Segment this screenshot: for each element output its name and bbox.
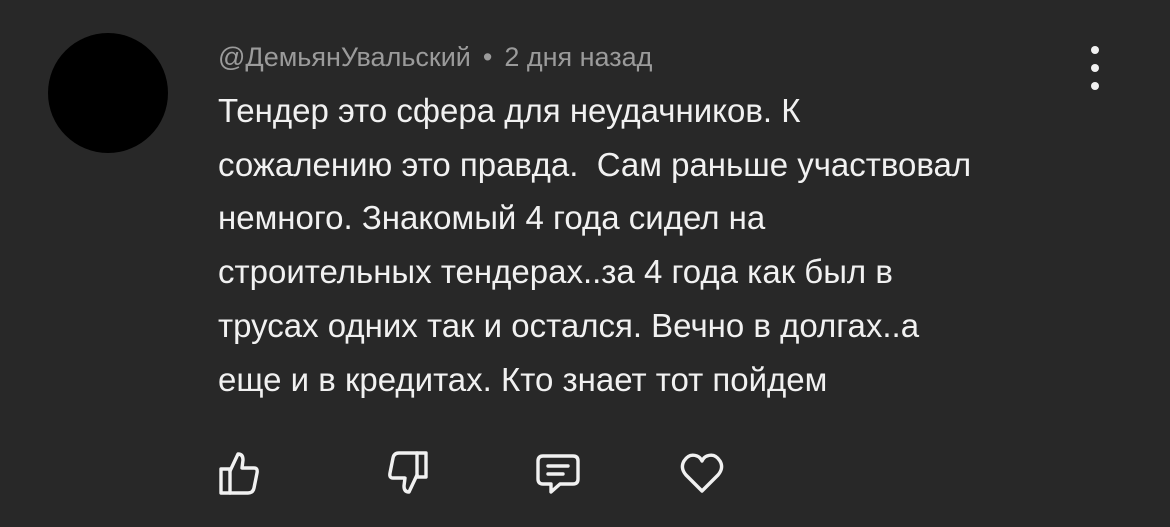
author-name[interactable]: @ДемьянУвальский: [218, 42, 471, 72]
more-vertical-icon: [1091, 46, 1099, 54]
heart-button[interactable]: [677, 448, 727, 498]
like-button[interactable]: [213, 448, 263, 498]
thumbs-down-icon: [388, 451, 428, 494]
heart-icon: [680, 453, 724, 493]
comment-line: строительных тендерах..за 4 года как был…: [218, 253, 893, 291]
comment-screen: { "comment": { "author": "@ДемьянУвальск…: [0, 0, 1170, 527]
comment-timestamp[interactable]: 2 дня назад: [504, 42, 652, 72]
comment-line: немного. Знакомый 4 года сидел на: [218, 199, 766, 237]
more-vertical-icon-dot-2: [1091, 64, 1099, 72]
meta-separator: •: [482, 42, 493, 72]
comment-line: Тендер это сфера для неудачников. К: [218, 92, 801, 129]
comment-meta: @ДемьянУвальский • 2 дня назад: [218, 40, 652, 74]
dislike-button[interactable]: [384, 448, 434, 498]
comment-line: еще и в кредитах. Кто знает тот пойдем: [218, 360, 828, 398]
reply-icon: [536, 454, 580, 494]
comment-line: сожалению это правда. Сам раньше участво…: [218, 145, 972, 183]
reply-button[interactable]: [533, 448, 583, 498]
comment-line: трусах одних так и остался. Вечно в долг…: [218, 306, 920, 344]
comment-text: Тендер это сфера для неудачников. К сожа…: [218, 84, 1118, 406]
thumbs-up-icon: [219, 452, 259, 495]
avatar[interactable]: [48, 33, 168, 153]
